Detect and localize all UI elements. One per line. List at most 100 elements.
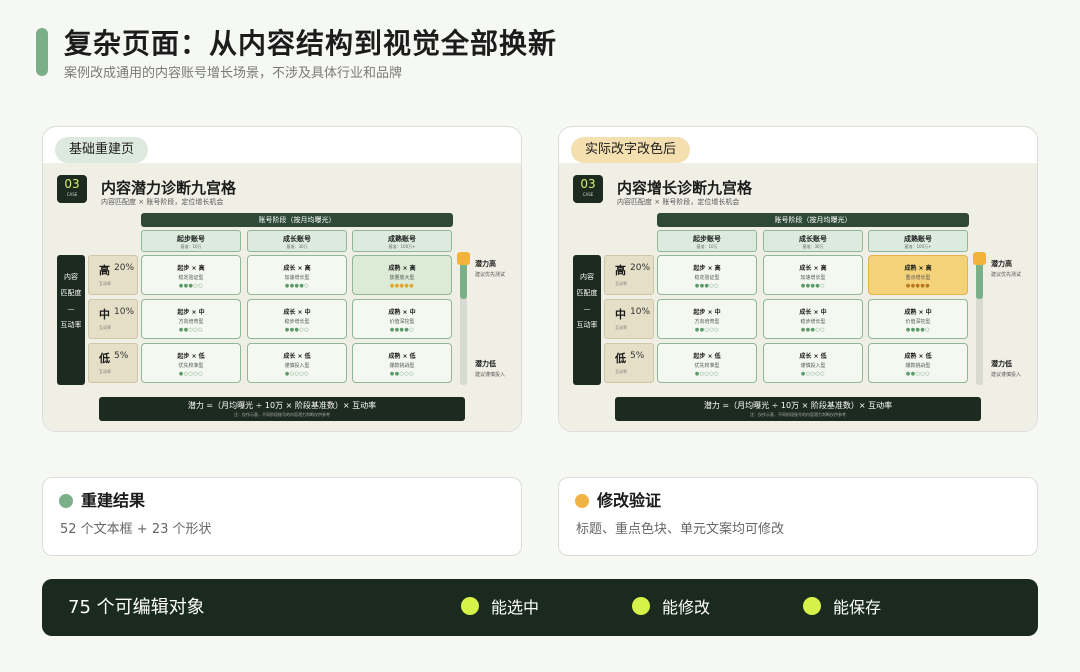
column-header: 成熟账号 基准：100万+	[352, 230, 452, 252]
check-dot-icon	[803, 597, 821, 615]
row-level: 高	[615, 264, 626, 277]
matrix-cell[interactable]: 成长 × 低谨慎投入型 ●○○○○	[763, 343, 863, 383]
matrix-cell[interactable]: 起步 × 中方向培育型 ●●○○○	[141, 299, 241, 339]
check-dot-icon	[461, 597, 479, 615]
title-accent-bar	[36, 28, 48, 76]
matrix-cell[interactable]: 起步 × 高稳定验证型 ●●●○○	[141, 255, 241, 295]
column-meta: 基准：30万	[286, 244, 308, 249]
slider-knob[interactable]	[457, 252, 470, 265]
object-count: 75 个可编辑对象	[68, 597, 205, 618]
matrix-cell[interactable]: 起步 × 中方向培育型 ●●○○○	[657, 299, 757, 339]
rating-stars: ●○○○○	[284, 371, 310, 377]
cell-title: 起步 × 低	[693, 353, 721, 360]
row-level: 低	[615, 352, 626, 365]
column-meta: 基准：10万	[696, 244, 718, 249]
formula-text: 潜力 =（月均曝光 ÷ 10万 × 阶段基准数）× 互动率	[703, 401, 893, 410]
row-axis-text: 互动率	[60, 321, 82, 329]
row-label: 互动率	[615, 281, 627, 286]
before-card[interactable]: 基础重建页 03 CASE 内容潜力诊断九宫格 内容匹配度 × 账号阶段，定位增长机会…	[42, 126, 522, 432]
after-card[interactable]: 实际改字改色后 03 CASE 内容增长诊断九宫格 内容匹配度 × 账号阶段，定位增长…	[558, 126, 1038, 432]
rating-stars: ●●●●○	[905, 327, 931, 333]
matrix-cell[interactable]: 成长 × 高加速增长型 ●●●●○	[247, 255, 347, 295]
row-axis-text: 匹配度	[576, 289, 598, 297]
column-meta: 基准：100万+	[388, 244, 416, 249]
potential-slider[interactable]	[973, 252, 986, 385]
matrix-cell[interactable]: 起步 × 高稳定验证型 ●●●○○	[657, 255, 757, 295]
page-subtitle: 案例改成通用的内容账号增长场景，不涉及具体行业和品牌	[64, 66, 403, 81]
matrix-cell[interactable]: 成长 × 中稳步增长型 ●●●○○	[763, 299, 863, 339]
matrix-cell[interactable]: 成熟 × 低爆款挑战型 ●●○○○	[868, 343, 968, 383]
green-dot-icon	[59, 494, 73, 508]
row-axis-text: —	[583, 305, 591, 313]
before-tag: 基础重建页	[55, 137, 149, 163]
rating-stars: ●●●●○	[389, 327, 415, 333]
potential-high-label: 潜力高 建议优先测试	[475, 259, 505, 278]
cell-title: 成熟 × 高	[904, 265, 932, 272]
formula-note: 注：仅作示意，不同阶段账号的内容潜力判断仅供参考	[750, 412, 846, 417]
matrix-cell[interactable]: 成熟 × 中价值深挖型 ●●●●○	[352, 299, 452, 339]
slider-knob[interactable]	[973, 252, 986, 265]
column-meta: 基准：30万	[802, 244, 824, 249]
matrix-cell[interactable]: 起步 × 低优先校准型 ●○○○○	[141, 343, 241, 383]
row-axis-label: 内容 匹配度 — 互动率	[573, 255, 601, 385]
matrix-cell[interactable]: 成熟 × 高重点增长型 ●●●●●	[868, 255, 968, 295]
potential-high-label: 潜力高 建议优先测试	[991, 259, 1021, 278]
potential-slider[interactable]	[457, 252, 470, 385]
case-number-badge: 03 CASE	[57, 175, 87, 203]
rating-stars: ●●●○○	[284, 327, 310, 333]
row-level: 中	[99, 308, 110, 321]
rating-stars: ●○○○○	[178, 371, 204, 377]
row-percent: 10%	[114, 307, 135, 317]
row-axis-text: 匹配度	[60, 289, 82, 297]
info-title: 修改验证	[597, 491, 662, 510]
matrix-cell[interactable]: 成熟 × 低爆款挑战型 ●●○○○	[352, 343, 452, 383]
row-label: 互动率	[99, 325, 111, 330]
cell-subtitle: 放量放大型	[389, 275, 415, 281]
cell-subtitle: 价值深挖型	[905, 319, 931, 325]
matrix-cell[interactable]: 成长 × 低谨慎投入型 ●○○○○	[247, 343, 347, 383]
column-axis-label: 账号阶段（按月均曝光）	[141, 213, 453, 227]
column-meta: 基准：100万+	[904, 244, 932, 249]
potential-low-sub: 建议谨慎投入	[991, 372, 1022, 378]
column-header: 起步账号 基准：10万	[657, 230, 757, 252]
cell-subtitle: 加速增长型	[284, 275, 310, 281]
rating-stars: ●●●○○	[694, 283, 720, 289]
cell-subtitle: 优先校准型	[694, 363, 720, 369]
row-level: 中	[615, 308, 626, 321]
column-axis-label: 账号阶段（按月均曝光）	[657, 213, 969, 227]
rating-stars: ●●○○○	[694, 327, 720, 333]
row-percent: 20%	[630, 263, 651, 273]
row-percent: 10%	[630, 307, 651, 317]
formula-bar: 潜力 =（月均曝光 ÷ 10万 × 阶段基准数）× 互动率注：仅作示意，不同阶段…	[615, 397, 981, 421]
row-percent: 5%	[114, 351, 129, 361]
info-title: 重建结果	[81, 491, 146, 510]
cell-subtitle: 稳定验证型	[178, 275, 204, 281]
matrix-cell[interactable]: 成熟 × 高放量放大型 ●●●●●	[352, 255, 452, 295]
matrix-cell[interactable]: 成长 × 高加速增长型 ●●●●○	[763, 255, 863, 295]
rating-stars: ●●●●●	[905, 283, 931, 289]
case-caption: CASE	[66, 192, 78, 197]
row-axis-text: 内容	[64, 273, 78, 281]
cell-title: 起步 × 中	[693, 309, 721, 316]
row-header: 低 5% 互动率	[88, 343, 138, 383]
orange-dot-icon	[575, 494, 589, 508]
cell-subtitle: 优先校准型	[178, 363, 204, 369]
cell-subtitle: 谨慎投入型	[800, 363, 826, 369]
rating-stars: ●●○○○	[178, 327, 204, 333]
matrix-cell[interactable]: 成长 × 中稳步增长型 ●●●○○	[247, 299, 347, 339]
column-meta: 基准：10万	[180, 244, 202, 249]
feature-label: 能保存	[833, 598, 882, 617]
matrix-cell[interactable]: 成熟 × 中价值深挖型 ●●●●○	[868, 299, 968, 339]
cell-title: 起步 × 中	[177, 309, 205, 316]
row-label: 互动率	[615, 369, 627, 374]
cell-subtitle: 稳步增长型	[800, 319, 826, 325]
cell-title: 成熟 × 高	[388, 265, 416, 272]
cell-title: 成长 × 低	[799, 353, 827, 360]
column-title: 成长账号	[283, 235, 311, 243]
matrix-cell[interactable]: 起步 × 低优先校准型 ●○○○○	[657, 343, 757, 383]
row-label: 互动率	[99, 369, 111, 374]
row-label: 互动率	[615, 325, 627, 330]
column-header: 成长账号 基准：30万	[247, 230, 347, 252]
rating-stars: ●●●●●	[389, 283, 415, 289]
slide-title: 内容潜力诊断九宫格	[101, 179, 237, 197]
